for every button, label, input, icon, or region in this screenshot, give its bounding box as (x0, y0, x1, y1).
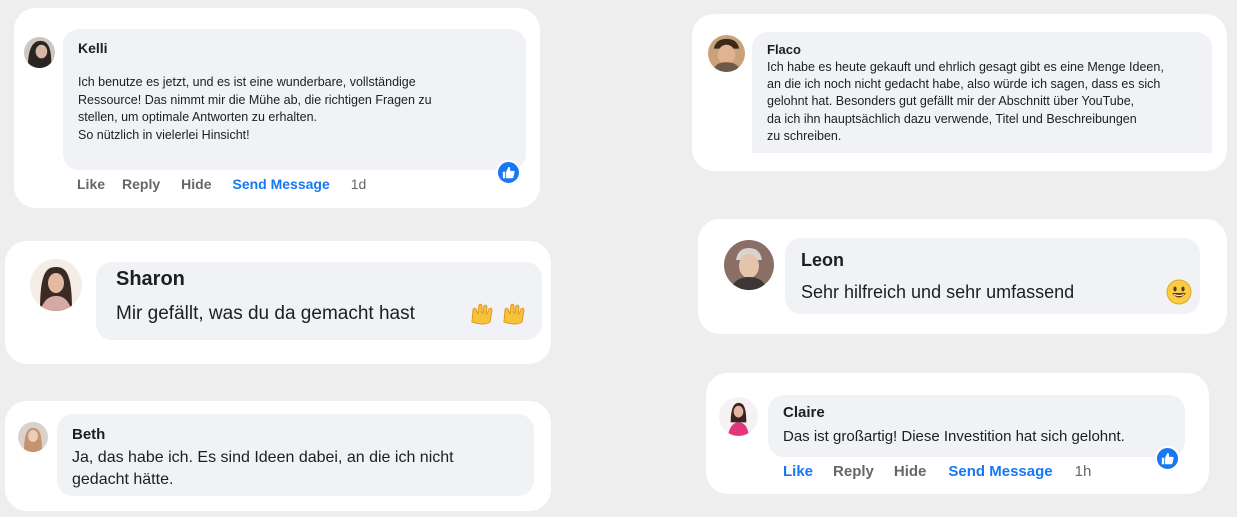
comment-actions-claire: Like Reply Hide Send Message 1h (783, 462, 1091, 480)
comment-text-line: gelohnt hat. Besonders gut gefällt mir d… (767, 94, 1135, 109)
commenter-name-sharon[interactable]: Sharon (116, 267, 542, 291)
commenter-name-claire[interactable]: Claire (783, 404, 1185, 422)
comment-bubble-beth: Beth Ja, das habe ich. Es sind Ideen dab… (57, 414, 534, 496)
comment-text-line: zu schreiben. (767, 128, 842, 143)
hide-button[interactable]: Hide (181, 176, 211, 192)
comment-text-line: da ich ihn hauptsächlich dazu verwende, … (767, 111, 1137, 126)
commenter-name-flaco[interactable]: Flaco (767, 42, 1212, 57)
grinning-face-icon (1166, 279, 1192, 305)
comment-text: Sehr hilfreich und sehr umfassend (801, 282, 1075, 302)
comment-text-line: Ja, das habe ich. Es sind Ideen dabei, a… (72, 449, 454, 466)
avatar-leon[interactable] (724, 240, 774, 290)
comment-text-line: stellen, um optimale Antworten zu erhalt… (78, 110, 318, 124)
reaction-badge-kelli[interactable] (496, 160, 521, 185)
send-message-button[interactable]: Send Message (232, 176, 329, 192)
avatar-beth[interactable] (18, 422, 48, 452)
raising-hands-icon (503, 303, 525, 325)
avatar-claire[interactable] (719, 397, 758, 436)
avatar-sharon-image (30, 259, 82, 311)
comment-timestamp[interactable]: 1h (1075, 463, 1092, 480)
avatar-kelli-image (24, 37, 55, 68)
emoji-group (470, 302, 530, 326)
reply-button[interactable]: Reply (122, 176, 160, 192)
avatar-kelli[interactable] (24, 37, 55, 68)
thumbs-up-icon (502, 166, 515, 179)
emoji-group (1166, 279, 1192, 305)
like-button[interactable]: Like (783, 463, 813, 480)
commenter-name-leon[interactable]: Leon (801, 250, 1200, 270)
hide-button[interactable]: Hide (894, 463, 927, 480)
commenter-name-kelli[interactable]: Kelli (78, 40, 526, 56)
comment-text-line: gedacht hätte. (72, 471, 174, 488)
send-message-button[interactable]: Send Message (948, 463, 1052, 480)
like-button[interactable]: Like (77, 176, 105, 192)
comment-text-line: Ich habe es heute gekauft und ehrlich ge… (767, 60, 1164, 74)
comment-bubble-leon: Leon Sehr hilfreich und sehr umfassend (785, 238, 1200, 314)
comment-text-line: Ressource! Das nimmt mir die Mühe ab, di… (78, 92, 432, 107)
avatar-leon-image (724, 240, 774, 290)
comment-bubble-kelli: Kelli Ich benutze es jetzt, und es ist e… (63, 29, 526, 170)
raising-hands-icon (471, 303, 493, 325)
comment-bubble-flaco: Flaco Ich habe es heute gekauft und ehrl… (752, 32, 1212, 153)
reaction-badge-claire[interactable] (1155, 446, 1180, 471)
comment-actions-kelli: Like Reply Hide Send Message 1d (77, 176, 366, 192)
comment-timestamp[interactable]: 1d (351, 176, 367, 192)
avatar-sharon[interactable] (30, 259, 82, 311)
avatar-beth-image (18, 422, 48, 452)
avatar-flaco[interactable] (708, 35, 745, 72)
avatar-claire-image (719, 397, 758, 436)
reply-button[interactable]: Reply (833, 463, 874, 480)
comment-text-line: an die ich noch nicht gedacht habe, also… (767, 77, 1161, 92)
comment-text: Das ist großartig! Diese Investition hat… (783, 428, 1125, 445)
thumbs-up-icon (1161, 452, 1174, 465)
commenter-name-beth[interactable]: Beth (72, 426, 534, 443)
avatar-flaco-image (708, 35, 745, 72)
comment-text-line: So nützlich in vielerlei Hinsicht! (78, 127, 250, 142)
comment-bubble-claire: Claire Das ist großartig! Diese Investit… (768, 395, 1185, 457)
comment-text-line: Ich benutze es jetzt, und es ist eine wu… (78, 75, 416, 89)
comment-bubble-sharon: Sharon Mir gefällt, was du da gemacht ha… (96, 262, 542, 340)
